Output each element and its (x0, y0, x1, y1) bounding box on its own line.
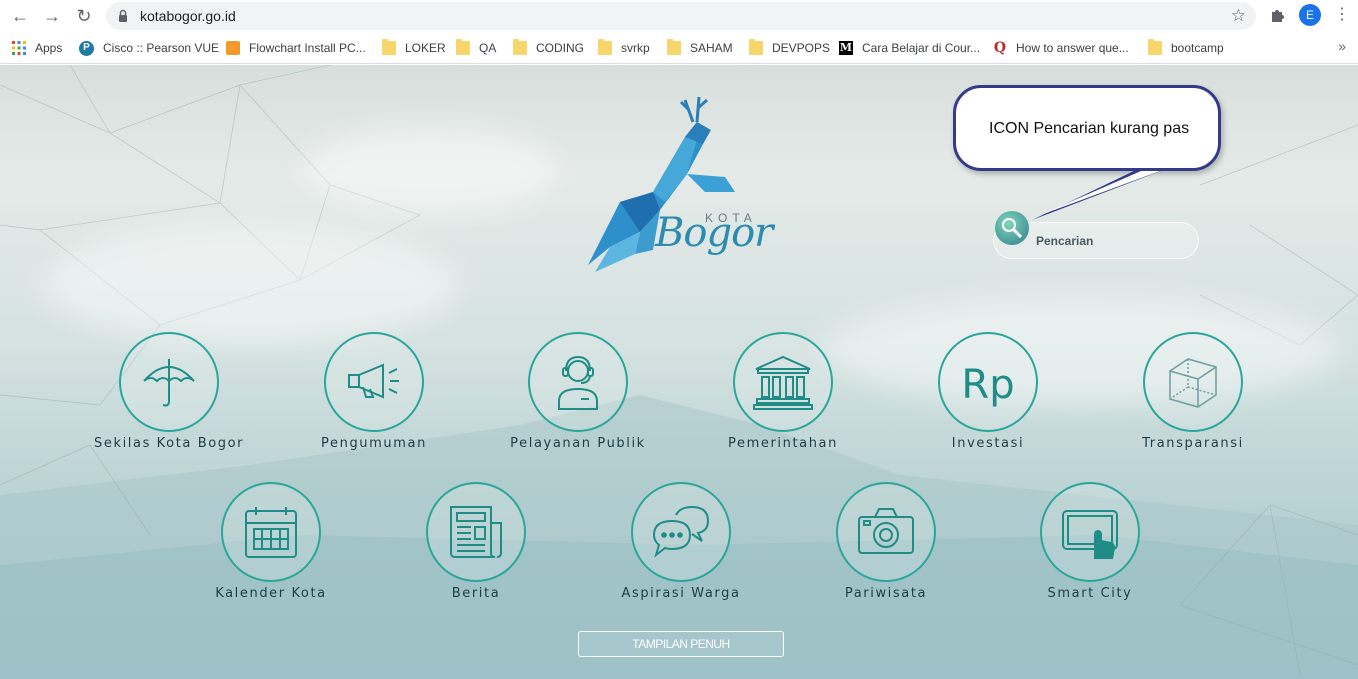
bookmark-devpops[interactable]: DEVPOPS (749, 39, 830, 57)
svg-text:Rp: Rp (961, 362, 1014, 408)
customer-service-icon (558, 355, 598, 410)
browser-toolbar: ← → ↻ kotabogor.go.id ☆ E ⋮ (0, 0, 1358, 32)
bookmark-label: DEVPOPS (772, 41, 831, 55)
bookmark-label: Flowchart Install PC... (249, 41, 366, 55)
folder-icon (456, 39, 470, 55)
bookmark-saham[interactable]: SAHAM (667, 39, 733, 57)
calendar-icon (245, 507, 297, 558)
bookmark-medium[interactable]: M Cara Belajar di Cour... (839, 39, 980, 57)
folder-icon (667, 39, 681, 55)
reload-icon[interactable]: ↻ (72, 4, 96, 28)
bookmark-star-icon[interactable]: ☆ (1231, 6, 1246, 26)
bookmark-label: bootcamp (1171, 41, 1224, 55)
search-icon[interactable] (995, 211, 1029, 245)
megaphone-icon (348, 363, 399, 399)
newspaper-icon (450, 506, 502, 558)
bookmark-pearson[interactable]: P Cisco :: Pearson VUE (79, 39, 219, 57)
bookmark-coding[interactable]: CODING (513, 39, 584, 57)
callout-text: ICON Pencarian kurang pas (989, 120, 1190, 137)
bookmark-label: CODING (536, 41, 584, 55)
search-input[interactable] (1036, 232, 1186, 250)
browser-menu-icon[interactable]: ⋮ (1334, 5, 1350, 25)
lock-icon (119, 9, 127, 22)
menu-berita[interactable]: Berita (401, 482, 551, 601)
camera-icon (858, 508, 914, 554)
government-building-icon (753, 355, 813, 410)
bookmark-label: QA (479, 41, 497, 55)
menu-label: Aspirasi Warga (621, 586, 741, 601)
menu-label: Sekilas Kota Bogor (94, 436, 245, 451)
bookmark-svrkp[interactable]: svrkp (598, 39, 650, 57)
menu-pariwisata[interactable]: Pariwisata (811, 482, 961, 601)
bookmark-apps[interactable]: Apps (12, 39, 62, 57)
forward-arrow-icon[interactable]: → (40, 4, 64, 28)
back-arrow-icon[interactable]: ← (8, 4, 32, 28)
menu-label: Transparansi (1142, 436, 1244, 451)
menu-label: Smart City (1047, 586, 1133, 601)
bookmark-qa[interactable]: QA (456, 39, 496, 57)
pearson-icon: P (79, 40, 94, 56)
extensions-puzzle-icon[interactable] (1268, 5, 1288, 25)
touch-tablet-icon (1062, 510, 1118, 560)
annotation-callout: ICON Pencarian kurang pas (953, 85, 1221, 171)
menu-smart-city[interactable]: Smart City (1015, 482, 1165, 601)
folder-icon (749, 39, 763, 55)
url-text: kotabogor.go.id (140, 8, 236, 24)
flowchart-icon (226, 41, 240, 55)
bookmark-loker[interactable]: LOKER (382, 39, 446, 57)
bookmark-label: SAHAM (690, 41, 733, 55)
bookmarks-bar: Apps P Cisco :: Pearson VUE Flowchart In… (0, 32, 1358, 64)
umbrella-icon (143, 359, 195, 407)
menu-pelayanan-publik[interactable]: Pelayanan Publik (503, 332, 653, 451)
menu-aspirasi-warga[interactable]: Aspirasi Warga (606, 482, 756, 601)
bookmark-label: How to answer que... (1016, 41, 1129, 55)
folder-icon (598, 39, 612, 55)
medium-icon: M (839, 41, 853, 55)
folder-icon (1148, 39, 1162, 55)
menu-label: Pemerintahan (728, 436, 838, 451)
menu-label: Berita (451, 586, 501, 601)
menu-label: Pelayanan Publik (510, 436, 646, 451)
bookmark-label: LOKER (405, 41, 446, 55)
folder-icon (382, 39, 396, 55)
menu-label: Kalender Kota (215, 586, 327, 601)
menu-label: Investasi (951, 436, 1025, 451)
full-view-button[interactable]: TAMPILAN PENUH (578, 631, 784, 657)
profile-avatar[interactable]: E (1299, 4, 1321, 26)
page-content: KOTA Bogor ICON Pencarian kurang pas Sek… (0, 65, 1358, 679)
menu-label: Pengumuman (321, 436, 427, 451)
menu-label: Pariwisata (844, 586, 928, 601)
quora-icon: Q (993, 40, 1007, 56)
cube-icon (1169, 358, 1217, 408)
menu-pemerintahan[interactable]: Pemerintahan (708, 332, 858, 451)
logo-bogor-text: Bogor (655, 210, 773, 256)
address-bar[interactable]: kotabogor.go.id ☆ (106, 2, 1256, 30)
chat-bubbles-icon (652, 505, 710, 558)
bookmark-bootcamp[interactable]: bootcamp (1148, 39, 1224, 57)
bookmark-label: Cisco :: Pearson VUE (103, 41, 220, 55)
callout-pointer (1032, 169, 1166, 220)
bookmark-label: Apps (35, 41, 63, 55)
menu-pengumuman[interactable]: Pengumuman (299, 332, 449, 451)
menu-kalender-kota[interactable]: Kalender Kota (196, 482, 346, 601)
folder-icon (513, 39, 527, 55)
bookmark-label: svrkp (621, 41, 650, 55)
menu-sekilas-kota-bogor[interactable]: Sekilas Kota Bogor (94, 332, 244, 451)
bookmark-label: Cara Belajar di Cour... (862, 41, 981, 55)
more-bookmarks-icon[interactable]: » (1338, 38, 1346, 54)
bookmark-quora[interactable]: Q How to answer que... (993, 39, 1129, 57)
apps-grid-icon (12, 41, 26, 55)
bookmark-flowchart[interactable]: Flowchart Install PC... (226, 39, 366, 57)
menu-transparansi[interactable]: Transparansi (1118, 332, 1268, 451)
rupiah-icon: Rp (961, 362, 1014, 408)
menu-investasi[interactable]: Rp Investasi (913, 332, 1063, 451)
